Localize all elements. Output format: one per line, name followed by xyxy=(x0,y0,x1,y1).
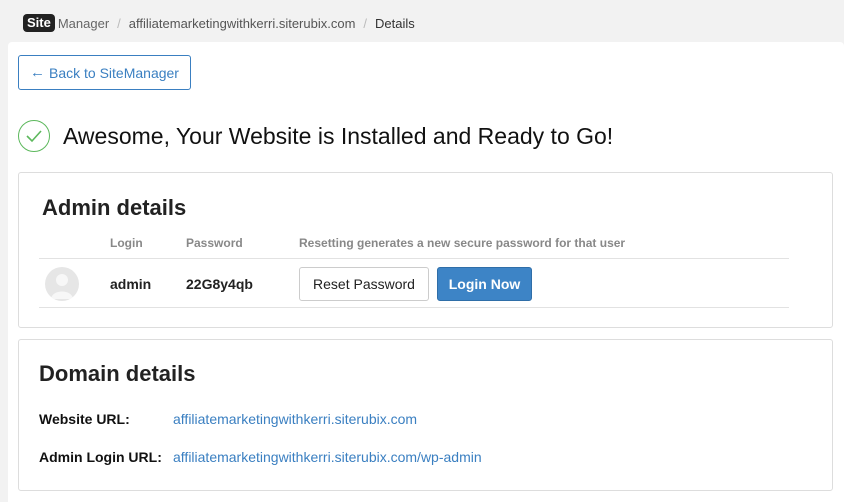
column-header-password: Password xyxy=(186,236,243,250)
admin-password-value: 22G8y4qb xyxy=(186,276,253,292)
breadcrumb-separator: / xyxy=(117,15,121,31)
success-title: Awesome, Your Website is Installed and R… xyxy=(63,122,614,149)
success-banner: Awesome, Your Website is Installed and R… xyxy=(18,120,613,152)
breadcrumb-domain-link[interactable]: affiliatemarketingwithkerri.siterubix.co… xyxy=(129,16,356,31)
table-divider xyxy=(39,307,789,308)
site-manager-logo-text[interactable]: Manager xyxy=(58,16,109,31)
breadcrumb: Site Manager / affiliatemarketingwithker… xyxy=(23,13,415,33)
column-header-login: Login xyxy=(110,236,143,250)
admin-details-panel: Admin details Login Password Resetting g… xyxy=(18,172,833,328)
admin-login-value: admin xyxy=(110,276,152,292)
reset-password-button[interactable]: Reset Password xyxy=(299,267,429,301)
login-now-button[interactable]: Login Now xyxy=(437,267,532,301)
breadcrumb-separator: / xyxy=(363,15,368,31)
domain-details-panel: Domain details Website URL: affiliatemar… xyxy=(18,339,833,491)
website-url-label: Website URL: xyxy=(39,411,130,427)
admin-login-url-link[interactable]: affiliatemarketingwithkerri.siterubix.co… xyxy=(173,449,482,465)
main-content: ← Back to SiteManager Awesome, Your Webs… xyxy=(8,42,844,502)
table-divider xyxy=(39,258,789,259)
admin-details-title: Admin details xyxy=(42,195,187,220)
user-avatar-icon xyxy=(45,267,79,301)
back-button-label: Back to SiteManager xyxy=(49,64,179,81)
column-header-reset-note: Resetting generates a new secure passwor… xyxy=(299,236,626,250)
domain-details-title: Domain details xyxy=(39,361,196,386)
back-to-sitemanager-button[interactable]: ← Back to SiteManager xyxy=(18,55,191,90)
admin-login-url-label: Admin Login URL: xyxy=(39,449,162,465)
site-manager-logo[interactable]: Site xyxy=(23,14,55,32)
check-circle-icon xyxy=(18,120,50,152)
breadcrumb-current: Details xyxy=(375,15,415,31)
website-url-link[interactable]: affiliatemarketingwithkerri.siterubix.co… xyxy=(173,411,417,427)
arrow-left-icon: ← xyxy=(30,64,46,81)
